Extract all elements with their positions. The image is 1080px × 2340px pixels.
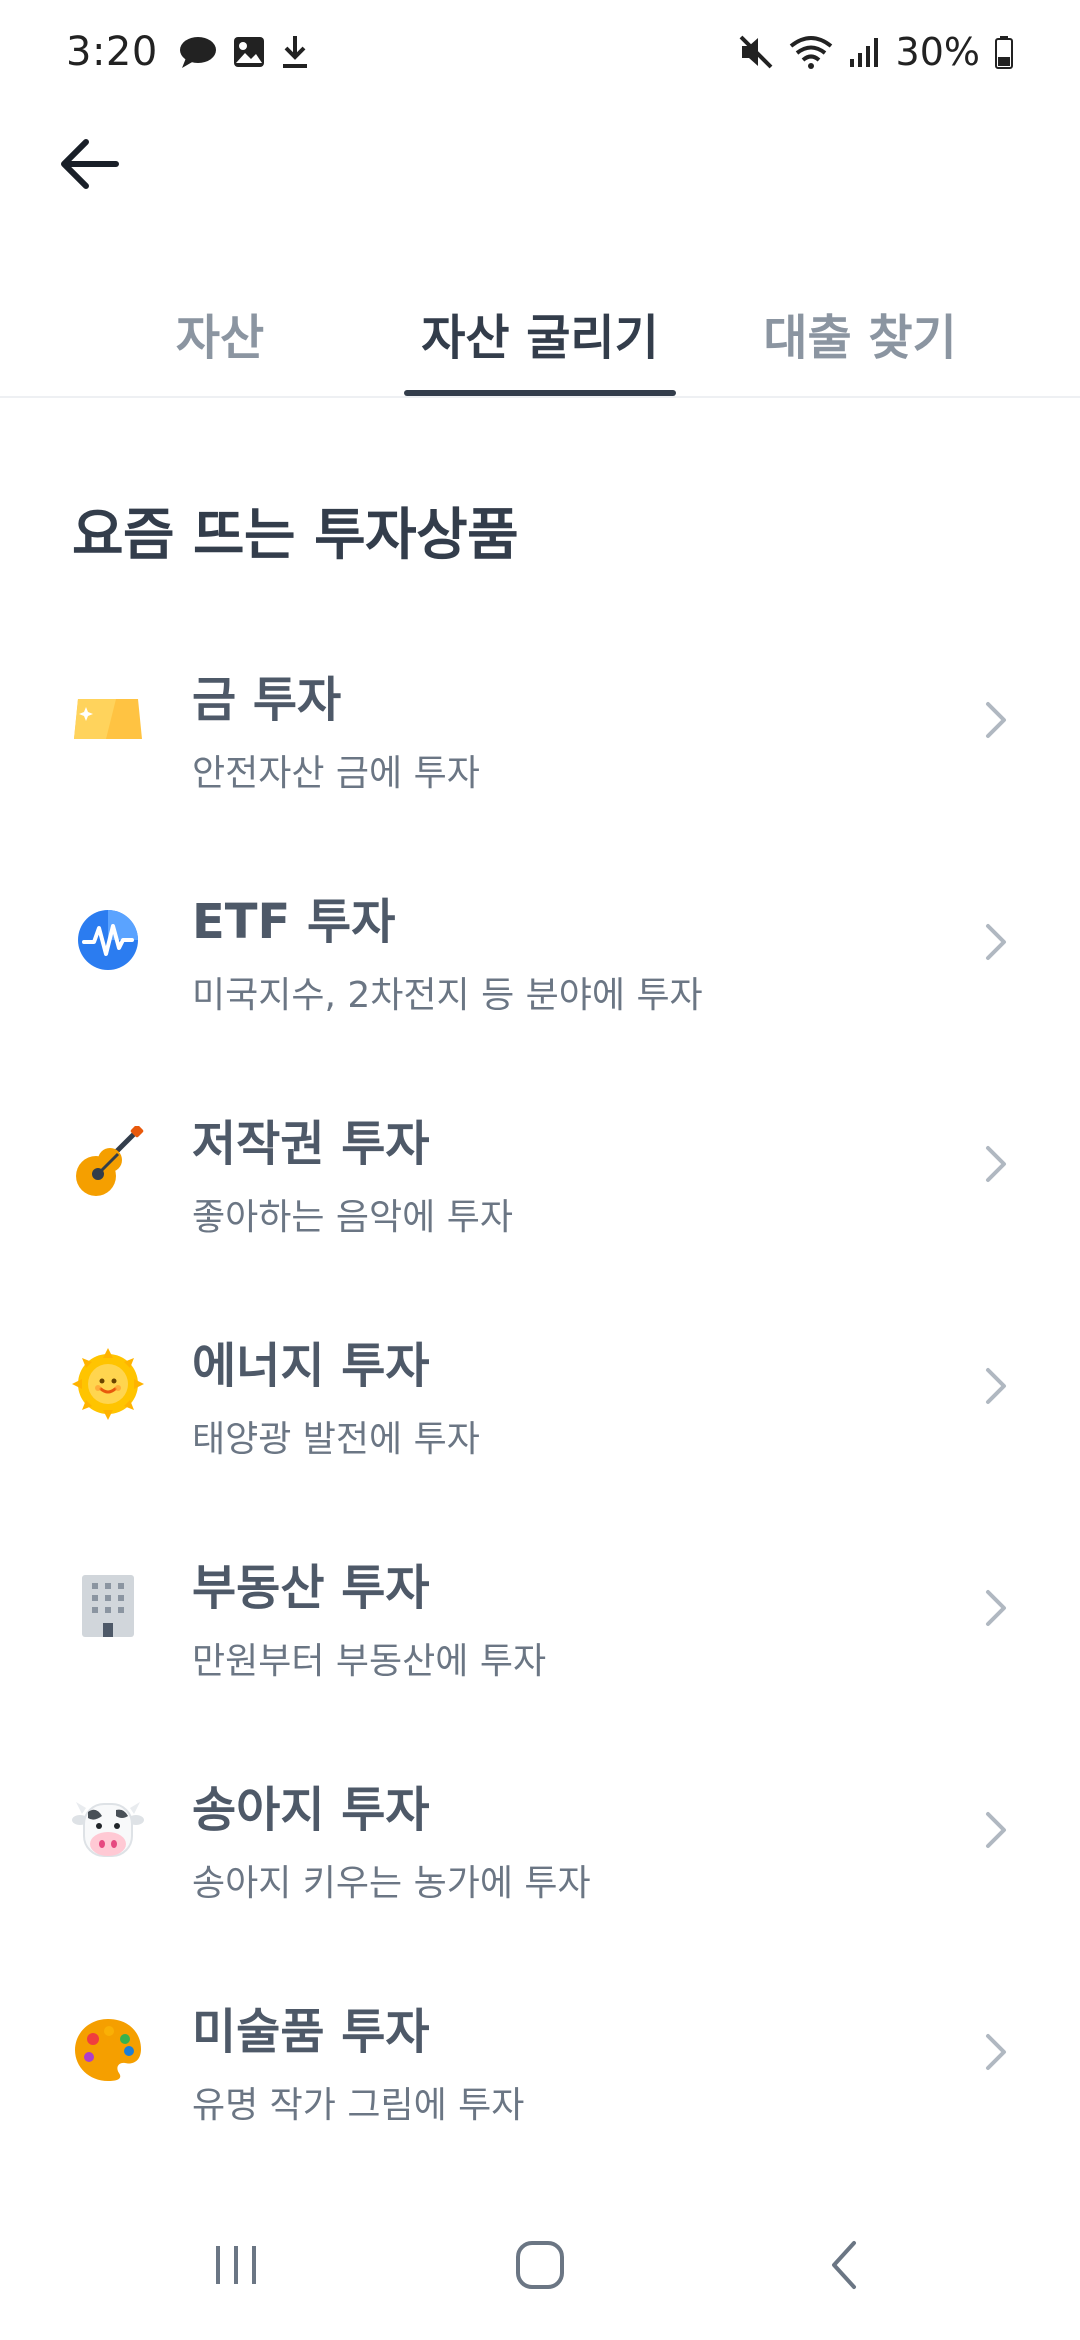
tab-find-loan[interactable]: 대출 찾기	[740, 270, 980, 396]
building-icon	[72, 1570, 144, 1642]
product-item-gold[interactable]: 금 투자 안전자산 금에 투자	[0, 652, 1080, 874]
home-icon	[514, 2239, 566, 2291]
tab-assets[interactable]: 자산	[120, 270, 320, 396]
chevron-right-icon	[978, 1364, 1014, 1408]
product-title: 미술품 투자	[192, 2004, 430, 2060]
gold-bar-icon	[72, 682, 144, 754]
product-subtitle: 태양광 발전에 투자	[192, 1419, 480, 1460]
battery-icon	[994, 35, 1014, 69]
product-subtitle: 유명 작가 그림에 투자	[192, 2085, 525, 2126]
system-back-button[interactable]	[794, 2220, 894, 2310]
product-list: 금 투자 안전자산 금에 투자 ETF 투자 미국지수, 2차전지 등 분야에 …	[0, 652, 1080, 2206]
product-title: 부동산 투자	[192, 1560, 430, 1616]
product-title: 저작권 투자	[192, 1116, 430, 1172]
product-item-real-estate[interactable]: 부동산 투자 만원부터 부동산에 투자	[0, 1540, 1080, 1762]
chevron-right-icon	[978, 920, 1014, 964]
status-right: 30%	[738, 30, 1014, 74]
cow-icon	[72, 1792, 144, 1864]
chevron-right-icon	[978, 1142, 1014, 1186]
active-tab-indicator	[404, 390, 676, 396]
chevron-right-icon	[978, 1808, 1014, 1852]
chevron-right-icon	[978, 2030, 1014, 2074]
home-button[interactable]	[490, 2220, 590, 2310]
product-title: 금 투자	[192, 672, 342, 728]
signal-icon	[848, 35, 882, 69]
system-nav-bar	[0, 2190, 1080, 2340]
product-item-energy[interactable]: 에너지 투자 태양광 발전에 투자	[0, 1318, 1080, 1540]
product-item-art[interactable]: 미술품 투자 유명 작가 그림에 투자	[0, 1984, 1080, 2206]
product-title: 송아지 투자	[192, 1782, 430, 1838]
image-icon	[232, 35, 266, 69]
product-item-etf[interactable]: ETF 투자 미국지수, 2차전지 등 분야에 투자	[0, 874, 1080, 1096]
wifi-icon	[788, 34, 834, 70]
chevron-right-icon	[978, 1586, 1014, 1630]
status-time: 3:20	[66, 29, 158, 75]
battery-percent: 30%	[895, 30, 980, 74]
chat-bubble-icon	[178, 34, 218, 70]
mute-icon	[738, 34, 774, 70]
product-item-copyright[interactable]: 저작권 투자 좋아하는 음악에 투자	[0, 1096, 1080, 1318]
product-subtitle: 송아지 키우는 농가에 투자	[192, 1863, 591, 1904]
chevron-left-icon	[826, 2239, 862, 2291]
product-subtitle: 만원부터 부동산에 투자	[192, 1641, 547, 1682]
back-button[interactable]	[48, 124, 128, 204]
section-title: 요즘 뜨는 투자상품	[72, 503, 519, 568]
product-item-calf[interactable]: 송아지 투자 송아지 키우는 농가에 투자	[0, 1762, 1080, 1984]
palette-icon	[72, 2014, 144, 2086]
product-subtitle: 좋아하는 음악에 투자	[192, 1197, 513, 1238]
download-icon	[280, 34, 310, 70]
sun-icon	[72, 1348, 144, 1420]
won-pulse-icon	[72, 904, 144, 976]
product-subtitle: 안전자산 금에 투자	[192, 753, 480, 794]
status-bar: 3:20 30%	[0, 0, 1080, 104]
product-title: 에너지 투자	[192, 1338, 430, 1394]
tab-bar: 자산 자산 굴리기 대출 찾기	[0, 270, 1080, 398]
recent-apps-button[interactable]	[186, 2220, 286, 2310]
product-subtitle: 미국지수, 2차전지 등 분야에 투자	[192, 975, 703, 1016]
guitar-icon	[72, 1126, 144, 1198]
tab-asset-growth[interactable]: 자산 굴리기	[404, 270, 676, 396]
chevron-right-icon	[978, 698, 1014, 742]
recents-icon	[211, 2240, 261, 2290]
product-title: ETF 투자	[192, 894, 396, 950]
arrow-left-icon	[56, 136, 120, 192]
status-left: 3:20	[66, 29, 310, 75]
